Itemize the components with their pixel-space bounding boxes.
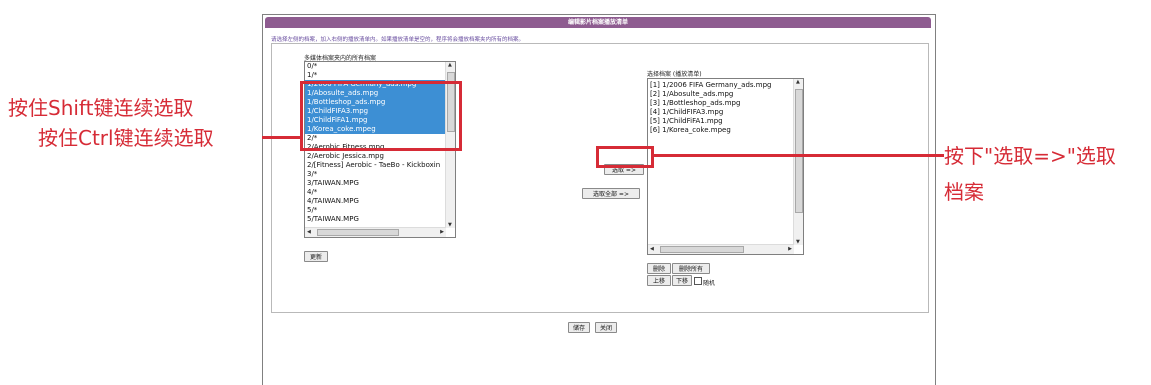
scroll-down-arrow-icon[interactable]: ▼ — [796, 239, 800, 245]
scroll-up-arrow-icon[interactable]: ▲ — [448, 62, 452, 68]
right-list-horizontal-scrollbar[interactable]: ◀ ▶ — [648, 244, 794, 254]
list-item[interactable]: 2/[Fitness] Aerobic - TaeBo - Kickboxin — [305, 161, 446, 170]
select-pointer-line — [654, 154, 944, 157]
select-button-highlight-box — [596, 146, 654, 168]
random-label: 随机 — [703, 280, 716, 287]
left-list-horizontal-scrollbar[interactable]: ◀ ▶ — [305, 227, 446, 237]
playlist-item[interactable]: [4] 1/ChildFIFA3.mpg — [648, 108, 794, 117]
list-item[interactable]: 4/* — [305, 188, 446, 197]
playlist-item[interactable]: [3] 1/Bottleshop_ads.mpg — [648, 99, 794, 108]
list-item[interactable]: 4/TAIWAN.MPG — [305, 197, 446, 206]
close-button[interactable]: 关闭 — [595, 322, 617, 333]
playlist-listbox[interactable]: [1] 1/2006 FIFA Germany_ads.mpg [2] 1/Abo… — [647, 78, 804, 255]
list-item[interactable]: 3/TAIWAN.MPG — [305, 179, 446, 188]
right-list-label: 选择档案 (播放清单) — [647, 71, 702, 78]
shift-ctrl-pointer-line — [262, 136, 302, 139]
list-item[interactable]: 5/TAIWAN.MPG — [305, 215, 446, 224]
playlist-item[interactable]: [6] 1/Korea_coke.mpeg — [648, 126, 794, 135]
list-item[interactable]: 2/Aerobic Jessica.mpg — [305, 152, 446, 161]
list-item[interactable]: 0/* — [305, 62, 446, 71]
instruction-text: 请选择左侧的档案，加入右侧的播放清单内。如果播放清单是空的，程序将会播放档案夹内… — [271, 37, 525, 43]
delete-all-button[interactable]: 删除所有 — [672, 263, 710, 274]
playlist-editor-window: 编辑影片档案播放清单 请选择左侧的档案，加入右侧的播放清单内。如果播放清单是空的… — [262, 14, 936, 385]
ctrl-select-hint: 按住Ctrl键连续选取 — [38, 126, 214, 150]
list-item[interactable]: 3/* — [305, 170, 446, 179]
random-checkbox[interactable] — [694, 277, 702, 285]
shift-select-hint: 按住Shift键连续选取 — [8, 96, 194, 120]
save-button[interactable]: 储存 — [568, 322, 590, 333]
playlist-item[interactable]: [5] 1/ChildFiFA1.mpg — [648, 117, 794, 126]
scroll-left-arrow-icon[interactable]: ◀ — [307, 229, 311, 235]
left-list-hscroll-thumb[interactable] — [317, 229, 399, 236]
playlist-item[interactable]: [1] 1/2006 FIFA Germany_ads.mpg — [648, 81, 794, 90]
list-item[interactable]: 5/* — [305, 206, 446, 215]
scroll-up-arrow-icon[interactable]: ▲ — [796, 79, 800, 85]
delete-button[interactable]: 删除 — [647, 263, 671, 274]
scroll-down-arrow-icon[interactable]: ▼ — [448, 222, 452, 228]
select-hint-line2: 档案 — [944, 180, 984, 204]
right-list-scroll-thumb[interactable] — [795, 89, 803, 213]
list-item[interactable]: 1/* — [305, 71, 446, 80]
right-list-vertical-scrollbar[interactable]: ▲ ▼ — [793, 79, 803, 245]
selection-highlight-box — [300, 81, 462, 151]
scroll-right-arrow-icon[interactable]: ▶ — [440, 229, 444, 235]
move-down-button[interactable]: 下移 — [672, 275, 692, 286]
refresh-button[interactable]: 更新 — [304, 251, 328, 262]
move-up-button[interactable]: 上移 — [647, 275, 671, 286]
right-list-hscroll-thumb[interactable] — [660, 246, 744, 253]
scroll-left-arrow-icon[interactable]: ◀ — [650, 246, 654, 252]
select-hint-line1: 按下"选取=>"选取 — [944, 144, 1116, 168]
scroll-right-arrow-icon[interactable]: ▶ — [788, 246, 792, 252]
window-title: 编辑影片档案播放清单 — [265, 17, 931, 28]
playlist-item[interactable]: [2] 1/Abosulte_ads.mpg — [648, 90, 794, 99]
select-all-button[interactable]: 选取全部 => — [582, 188, 640, 199]
